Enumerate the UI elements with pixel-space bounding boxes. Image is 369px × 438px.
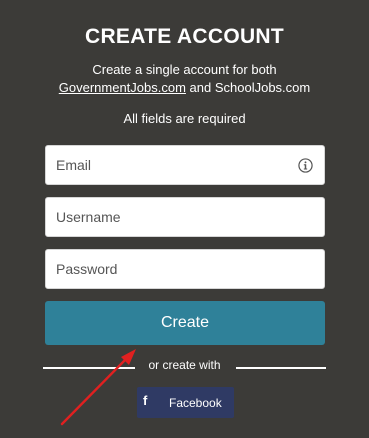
subtitle-line1: Create a single account for both	[92, 62, 277, 77]
email-field[interactable]	[46, 146, 324, 184]
facebook-label: Facebook	[169, 396, 222, 410]
subtitle: Create a single account for both Governm…	[0, 61, 369, 97]
info-icon[interactable]	[298, 158, 313, 173]
subtitle-line2: GovernmentJobs.com and SchoolJobs.com	[0, 79, 369, 97]
governmentjobs-link[interactable]: GovernmentJobs.com	[59, 80, 186, 95]
facebook-icon: f	[143, 393, 148, 408]
email-field-container	[45, 145, 325, 185]
facebook-button[interactable]: f Facebook	[137, 387, 234, 418]
username-field-container	[45, 197, 325, 237]
create-button[interactable]: Create	[45, 301, 325, 345]
username-field[interactable]	[46, 198, 324, 236]
password-field-container	[45, 249, 325, 289]
subtitle-and-schooljobs: and SchoolJobs.com	[185, 80, 311, 95]
divider-text: or create with	[148, 358, 221, 372]
required-note: All fields are required	[123, 111, 246, 126]
password-field[interactable]	[46, 250, 324, 288]
page-title: CREATE ACCOUNT	[84, 25, 285, 48]
divider-line-right	[236, 367, 326, 369]
